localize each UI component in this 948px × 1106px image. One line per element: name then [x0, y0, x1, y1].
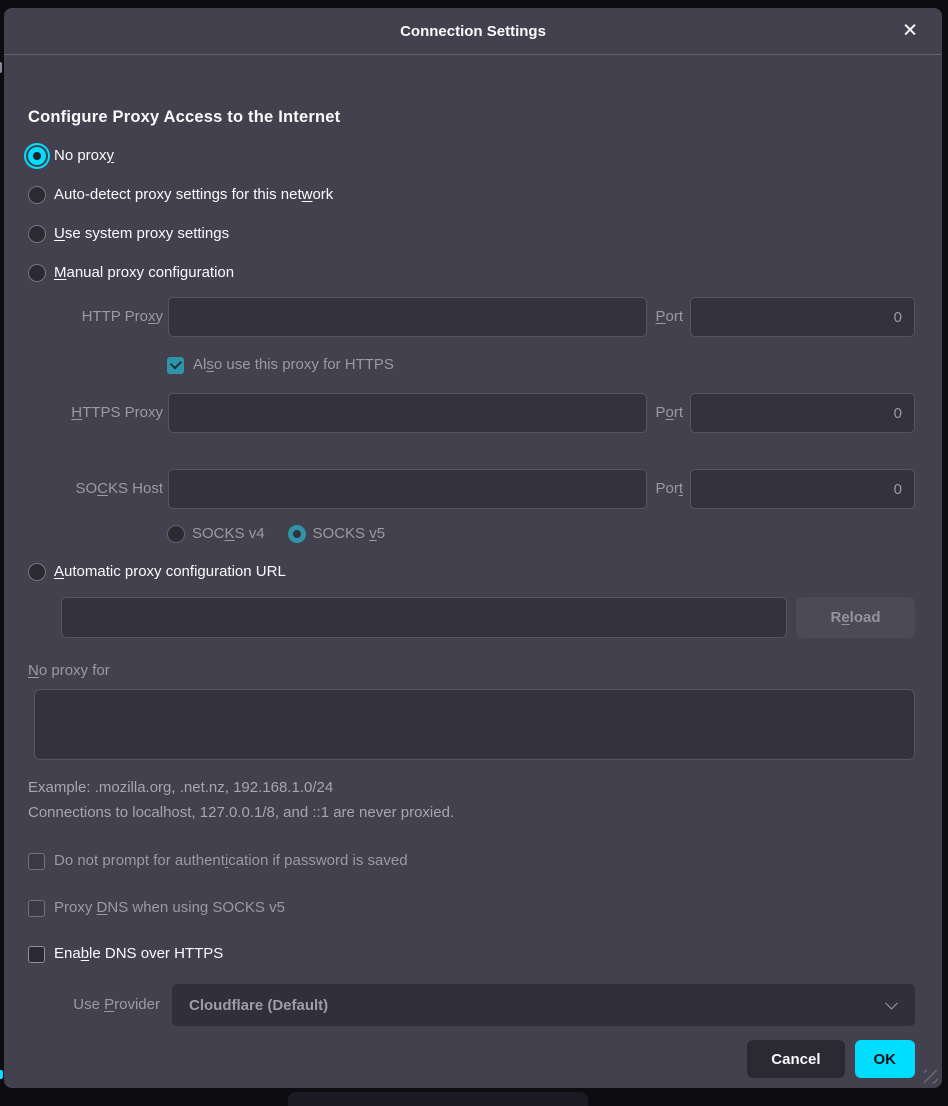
radio-row-auto-detect[interactable]: Auto-detect proxy settings for this netw…	[28, 182, 915, 208]
radio-icon-no-proxy[interactable]	[28, 147, 46, 165]
radio-icon-auto-detect[interactable]	[28, 186, 46, 204]
radio-label-no-proxy[interactable]: No proxy	[54, 144, 114, 168]
auto-url-row: Reload	[61, 597, 915, 638]
radio-label-manual[interactable]: Manual proxy configuration	[54, 261, 234, 285]
chevron-down-icon	[885, 997, 898, 1010]
radio-icon-use-system[interactable]	[28, 225, 46, 243]
http-proxy-label: HTTP Proxy	[28, 307, 163, 327]
no-proxy-for-label: No proxy for	[28, 661, 915, 681]
resize-grip[interactable]	[924, 1070, 938, 1084]
socks-v4-label[interactable]: SOCKS v4	[192, 522, 265, 546]
background-page-element	[288, 1092, 588, 1106]
page-title: Configure Proxy Access to the Internet	[28, 105, 915, 129]
socks-host-input[interactable]	[168, 469, 647, 509]
radio-label-auto-url[interactable]: Automatic proxy configuration URL	[54, 560, 286, 584]
connection-settings-dialog: Connection Settings ✕ Configure Proxy Ac…	[4, 8, 942, 1088]
auth-prompt-checkbox[interactable]	[28, 853, 45, 870]
also-https-row[interactable]: Also use this proxy for HTTPS	[167, 352, 915, 378]
radio-row-no-proxy[interactable]: No proxy	[28, 143, 915, 169]
https-proxy-label: HTTPS Proxy	[28, 403, 163, 423]
close-icon[interactable]: ✕	[898, 20, 922, 43]
http-proxy-input[interactable]	[168, 297, 647, 337]
proxy-dns-row[interactable]: Proxy DNS when using SOCKS v5	[28, 896, 915, 920]
auto-url-input[interactable]	[61, 597, 787, 638]
also-https-label[interactable]: Also use this proxy for HTTPS	[193, 353, 394, 377]
no-proxy-for-textarea[interactable]	[34, 689, 915, 760]
https-port-input[interactable]	[690, 393, 915, 433]
socks-port-input[interactable]	[690, 469, 915, 509]
socks-v4-radio[interactable]	[167, 525, 185, 543]
auth-prompt-label[interactable]: Do not prompt for authentication if pass…	[54, 849, 408, 873]
radio-row-auto-url[interactable]: Automatic proxy configuration URL	[28, 559, 915, 585]
also-https-checkbox[interactable]	[167, 357, 184, 374]
background-accent-sliver	[0, 1070, 3, 1079]
cancel-button[interactable]: Cancel	[747, 1040, 844, 1078]
enable-doh-label[interactable]: Enable DNS over HTTPS	[54, 942, 223, 966]
enable-doh-row[interactable]: Enable DNS over HTTPS	[28, 942, 915, 966]
socks-v5-label[interactable]: SOCKS v5	[313, 522, 386, 546]
https-port-label: Port	[655, 401, 683, 425]
radio-icon-auto-url[interactable]	[28, 563, 46, 581]
radio-icon-manual[interactable]	[28, 264, 46, 282]
radio-label-auto-detect[interactable]: Auto-detect proxy settings for this netw…	[54, 183, 333, 207]
ok-button[interactable]: OK	[855, 1040, 916, 1078]
radio-row-use-system[interactable]: Use system proxy settings	[28, 221, 915, 247]
never-proxied-note: Connections to localhost, 127.0.0.1/8, a…	[28, 805, 915, 821]
socks-host-label: SOCKS Host	[28, 479, 163, 499]
socks-version-row: SOCKS v4 SOCKS v5	[167, 521, 915, 547]
radio-label-use-system[interactable]: Use system proxy settings	[54, 222, 229, 246]
http-proxy-row: HTTP Proxy Port	[28, 297, 915, 337]
https-proxy-input[interactable]	[168, 393, 647, 433]
socks-v5-radio[interactable]	[288, 525, 306, 543]
enable-doh-checkbox[interactable]	[28, 946, 45, 963]
provider-row: Use Provider Cloudflare (Default)	[28, 984, 915, 1026]
dialog-title: Connection Settings	[400, 23, 546, 40]
dialog-content: Configure Proxy Access to the Internet N…	[4, 55, 942, 1078]
provider-dropdown[interactable]: Cloudflare (Default)	[172, 984, 915, 1026]
background-gray-sliver	[0, 62, 2, 73]
https-proxy-row: HTTPS Proxy Port	[28, 393, 915, 433]
socks-port-label: Port	[655, 477, 683, 501]
http-port-label: Port	[655, 305, 683, 329]
http-port-input[interactable]	[690, 297, 915, 337]
radio-row-manual[interactable]: Manual proxy configuration	[28, 260, 915, 286]
dialog-titlebar: Connection Settings ✕	[4, 8, 942, 55]
socks-host-row: SOCKS Host Port	[28, 469, 915, 509]
proxy-dns-label[interactable]: Proxy DNS when using SOCKS v5	[54, 896, 285, 920]
use-provider-label: Use Provider	[28, 995, 160, 1015]
dialog-button-bar: Cancel OK	[28, 1040, 915, 1078]
reload-button[interactable]: Reload	[796, 597, 915, 638]
example-note: Example: .mozilla.org, .net.nz, 192.168.…	[28, 780, 915, 796]
auth-prompt-row[interactable]: Do not prompt for authentication if pass…	[28, 849, 915, 873]
proxy-dns-checkbox[interactable]	[28, 900, 45, 917]
provider-selected-value: Cloudflare (Default)	[189, 997, 328, 1014]
